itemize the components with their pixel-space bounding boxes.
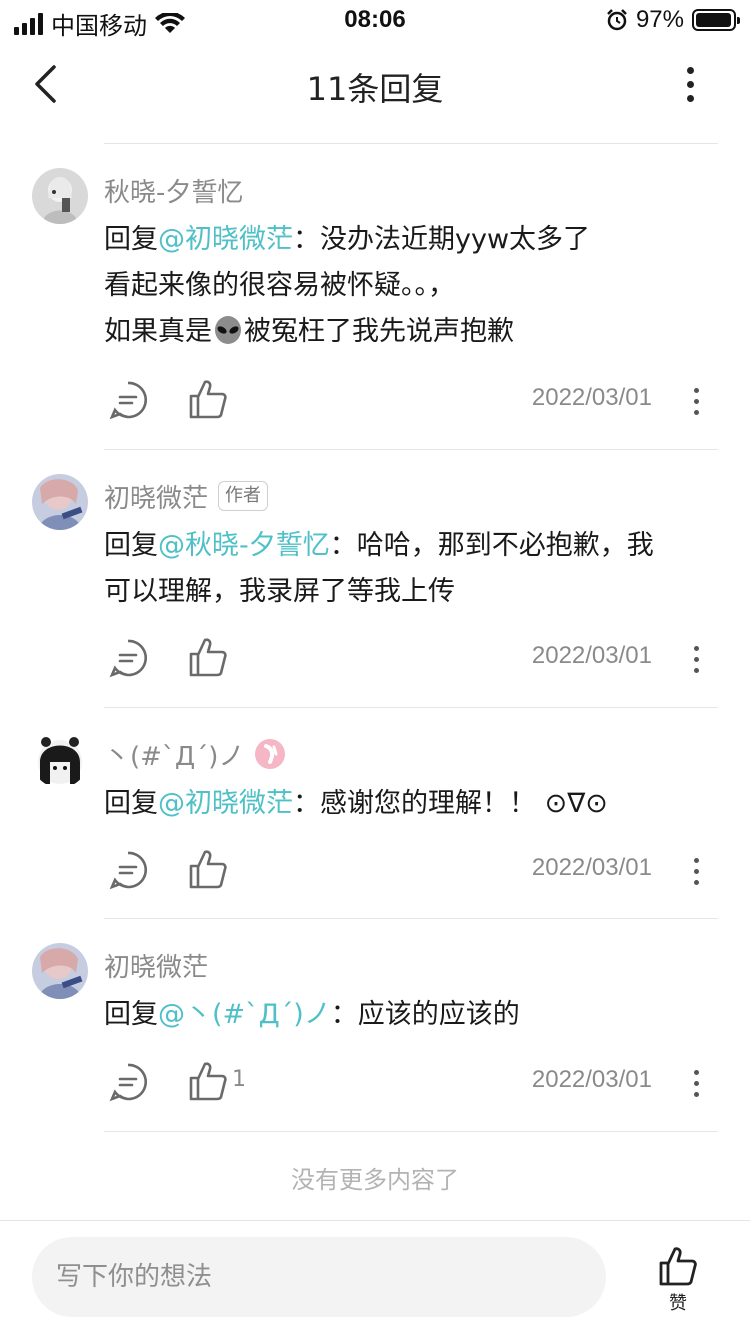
thumbs-up-icon[interactable] (188, 378, 228, 420)
comment-line: 可以理解，我录屏了等我上传 (104, 576, 455, 607)
comment-text: 回复@秋晓-夕誓忆：哈哈，那到不必抱歉，我 可以理解，我录屏了等我上传 (104, 523, 704, 615)
more-icon (686, 66, 694, 74)
reply-icon[interactable] (108, 1062, 148, 1102)
comment-date: 2022/03/01 (531, 854, 652, 881)
comment-text: 回复@丶(#`Д´)ノ：应该的应该的 (104, 992, 704, 1038)
alarm-icon (607, 9, 627, 31)
comment-more-button[interactable] (686, 639, 706, 679)
reply-prefix: 回复 (104, 530, 158, 561)
divider (104, 1131, 718, 1132)
username[interactable]: 秋晓-夕誓忆 (104, 172, 243, 209)
thumbs-up-icon[interactable] (188, 848, 228, 890)
divider (104, 449, 718, 450)
thumbs-up-icon[interactable] (188, 1060, 228, 1102)
comment-more-button[interactable] (686, 1063, 706, 1103)
comment-date: 2022/03/01 (531, 1066, 652, 1093)
avatar[interactable] (32, 474, 88, 530)
reply-icon[interactable] (108, 638, 148, 678)
thumbs-up-icon[interactable] (188, 636, 228, 678)
comment-line: 如果真是 (104, 316, 212, 347)
divider (104, 707, 718, 708)
reply-prefix: 回复 (104, 788, 158, 819)
page-title: 11条回复 (306, 70, 444, 108)
no-more-content: 没有更多内容了 (291, 1166, 459, 1194)
reply-icon[interactable] (108, 850, 148, 890)
separator: ： (293, 224, 320, 255)
avatar[interactable] (32, 943, 88, 999)
comment-line: 感谢您的理解！！ ⊙∇⊙ (320, 788, 608, 819)
comment-actions: 2022/03/01 (104, 845, 718, 895)
comment-input[interactable] (32, 1237, 606, 1317)
reply-prefix: 回复 (104, 224, 158, 255)
divider (104, 143, 718, 144)
comment-text: 回复@初晓微茫：没办法近期yyw太多了 看起来像的很容易被怀疑。。， 如果真是 被… (104, 217, 704, 355)
comment-date: 2022/03/01 (531, 642, 652, 669)
comment-actions: 2022/03/01 (104, 375, 718, 425)
comment-line: 看起来像的很容易被怀疑。。， (104, 270, 455, 301)
username[interactable]: 初晓微茫 (104, 947, 208, 984)
pink-badge-icon (255, 739, 286, 769)
comment-input-container (32, 1237, 606, 1317)
thumbs-up-icon (659, 1247, 697, 1286)
comment-date: 2022/03/01 (531, 384, 652, 411)
username[interactable]: 丶(#`Д´)ノ (104, 736, 244, 773)
comment-actions: 2022/03/01 (104, 633, 718, 683)
comment-actions: 1 2022/03/01 (104, 1057, 718, 1107)
comment-line: 应该的应该的 (357, 999, 520, 1030)
comment-line: 哈哈，那到不必抱歉，我 (356, 530, 654, 561)
mention-link[interactable]: @初晓微茫 (158, 788, 293, 819)
battery-percent: 97% (635, 6, 684, 33)
bottom-bar: 赞 (0, 1220, 750, 1334)
reply-prefix: 回复 (104, 999, 158, 1030)
like-count: 1 (232, 1067, 246, 1092)
avatar[interactable] (32, 732, 88, 788)
battery-icon (692, 9, 740, 31)
comment-more-button[interactable] (686, 381, 706, 421)
mention-link[interactable]: @初晓微茫 (158, 224, 293, 255)
status-bar: 中国移动 08:06 97% (0, 0, 750, 40)
divider (104, 918, 718, 919)
reply-icon[interactable] (108, 380, 148, 420)
author-badge: 作者 (218, 481, 269, 511)
comment-more-button[interactable] (686, 851, 706, 891)
bottom-like-button[interactable]: 赞 (650, 1245, 706, 1317)
comment-line: 被冤枉了我先说声抱歉 (244, 316, 514, 347)
comment-text: 回复@初晓微茫：感谢您的理解！！ ⊙∇⊙ (104, 781, 704, 827)
username[interactable]: 初晓微茫 (104, 478, 208, 515)
separator: ： (293, 788, 320, 819)
separator: ： (329, 530, 357, 561)
separator: ： (330, 999, 358, 1030)
mention-link[interactable]: @秋晓-夕誓忆 (158, 530, 330, 561)
more-options-button[interactable] (670, 62, 710, 106)
comment-line: 没办法近期yyw太多了 (320, 224, 591, 255)
nav-bar: 11条回复 (0, 40, 750, 128)
avatar[interactable] (32, 168, 88, 224)
like-label: 赞 (669, 1293, 687, 1314)
alien-emoji (215, 316, 241, 344)
mention-link[interactable]: @丶(#`Д´)ノ (158, 999, 331, 1030)
